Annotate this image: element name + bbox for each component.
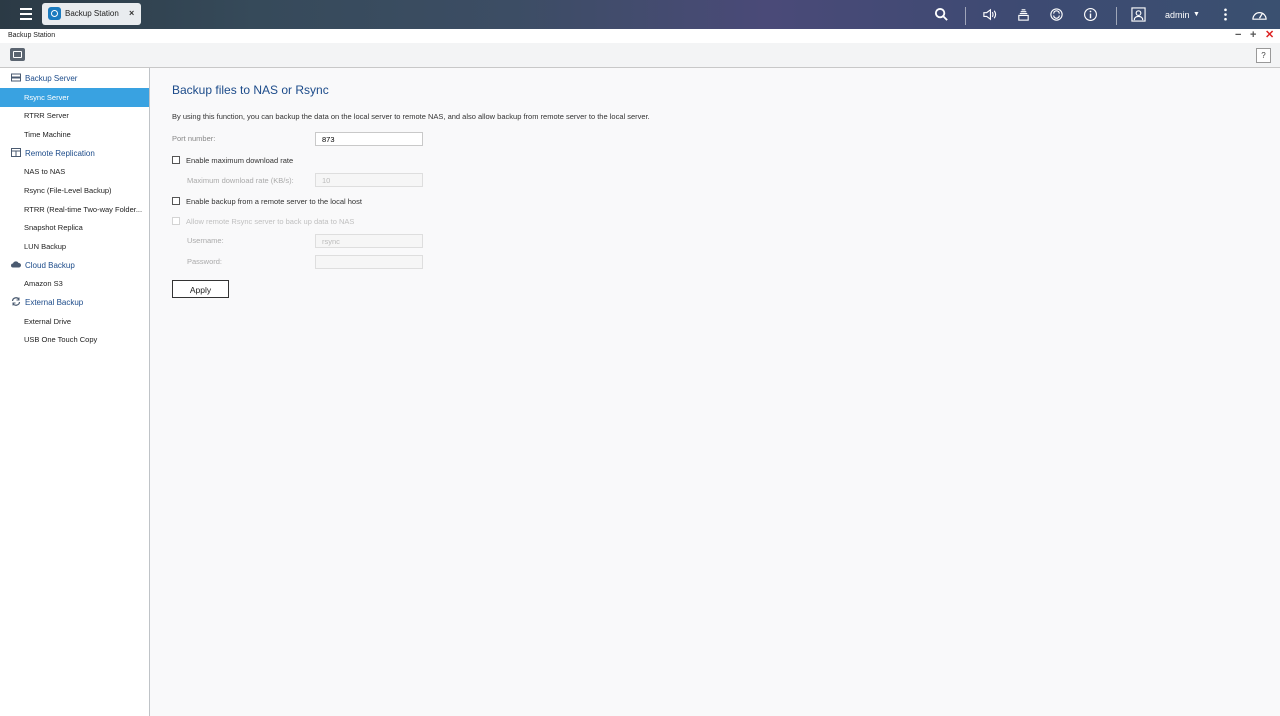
username-input[interactable] (315, 234, 423, 248)
port-number-input[interactable] (315, 132, 423, 146)
chevron-down-icon[interactable]: ▼ (1193, 11, 1200, 18)
sidebar-group-backup-server[interactable]: Backup Server (0, 69, 149, 87)
window-title: Backup Station (8, 32, 56, 39)
maximize-icon[interactable]: + (1250, 29, 1256, 42)
user-avatar-icon[interactable] (1131, 7, 1146, 22)
sidebar-item-time-machine[interactable]: Time Machine (0, 125, 149, 144)
username-label: Username: (187, 236, 224, 245)
sidebar-item-rsync-server[interactable]: Rsync Server (0, 88, 149, 107)
server-icon (11, 73, 21, 82)
app-tab-backup-station[interactable]: Backup Station × (42, 3, 141, 25)
close-icon[interactable]: × (129, 8, 134, 18)
more-options-icon[interactable] (1218, 7, 1233, 22)
sidebar-item-rtrr-server[interactable]: RTRR Server (0, 106, 149, 125)
enable-max-download-rate-checkbox[interactable] (172, 156, 180, 164)
allow-rsync-label: Allow remote Rsync server to back up dat… (186, 217, 355, 226)
sidebar-group-cloud-backup[interactable]: Cloud Backup (0, 256, 149, 274)
search-icon[interactable] (934, 7, 949, 22)
password-input[interactable] (315, 255, 423, 269)
sync-icon (11, 297, 21, 306)
volume-icon[interactable] (982, 7, 997, 22)
tab-title: Backup Station (65, 9, 119, 18)
sidebar-item-label: Rsync Server (24, 93, 70, 102)
page-description: By using this function, you can backup t… (172, 112, 650, 121)
sidebar-item-rtrr-real-time[interactable]: RTRR (Real-time Two-way Folder... (0, 200, 149, 219)
window-title-bar: Backup Station − + ✕ (0, 29, 1280, 43)
sidebar-item-usb-one-touch-copy[interactable]: USB One Touch Copy (0, 330, 149, 349)
sidebar-item-label: Rsync (File-Level Backup) (24, 186, 112, 195)
help-button[interactable]: ? (1256, 48, 1271, 63)
sidebar-item-lun-backup[interactable]: LUN Backup (0, 237, 149, 256)
allow-rsync-checkbox[interactable] (172, 217, 180, 225)
dashboard-icon[interactable] (1251, 7, 1268, 22)
sidebar-item-label: Amazon S3 (24, 279, 63, 288)
sidebar-group-label: Backup Server (25, 74, 78, 83)
minimize-icon[interactable]: − (1235, 29, 1241, 42)
user-name[interactable]: admin (1165, 10, 1190, 20)
sidebar-item-label: Time Machine (24, 130, 71, 139)
sidebar-item-snapshot-replica[interactable]: Snapshot Replica (0, 218, 149, 237)
info-icon[interactable] (1083, 7, 1098, 22)
main-menu-button[interactable] (13, 6, 39, 23)
sidebar-group-label: Cloud Backup (25, 261, 75, 270)
enable-remote-backup-label: Enable backup from a remote server to th… (186, 197, 362, 206)
sidebar-item-amazon-s3[interactable]: Amazon S3 (0, 274, 149, 293)
sync-status-icon[interactable] (1049, 7, 1064, 22)
enable-max-download-rate-label: Enable maximum download rate (186, 156, 294, 165)
tasks-icon[interactable] (1016, 7, 1031, 22)
sidebar-item-label: RTRR (Real-time Two-way Folder... (24, 205, 143, 214)
toolbar-divider (1116, 7, 1117, 25)
max-download-rate-input[interactable] (315, 173, 423, 187)
toolbar-divider (965, 7, 966, 25)
enable-remote-backup-checkbox[interactable] (172, 197, 180, 205)
top-bar: Backup Station × admin ▼ (0, 0, 1280, 29)
sidebar-item-label: Snapshot Replica (24, 223, 83, 232)
sidebar-item-label: RTRR Server (24, 111, 69, 120)
replication-icon (11, 148, 21, 157)
port-number-label: Port number: (172, 134, 216, 143)
cloud-icon (11, 261, 21, 268)
page-title: Backup files to NAS or Rsync (172, 83, 329, 97)
sidebar-item-label: LUN Backup (24, 242, 67, 251)
sidebar-item-label: USB One Touch Copy (24, 335, 98, 344)
sidebar-group-remote-replication[interactable]: Remote Replication (0, 144, 149, 162)
sidebar-item-nas-to-nas[interactable]: NAS to NAS (0, 162, 149, 181)
sidebar-group-label: External Backup (25, 298, 84, 307)
sidebar-item-label: NAS to NAS (24, 167, 66, 176)
password-label: Password: (187, 257, 223, 266)
apply-button[interactable]: Apply (172, 280, 229, 298)
overview-button[interactable] (10, 48, 25, 61)
app-toolbar: ? (0, 43, 1280, 68)
sidebar-item-label: External Drive (24, 317, 72, 326)
max-download-rate-label: Maximum download rate (KB/s): (187, 176, 294, 185)
sidebar-group-label: Remote Replication (25, 149, 95, 158)
sidebar: Backup Server Rsync Server RTRR Server T… (0, 68, 150, 716)
backup-station-icon (48, 7, 61, 20)
sidebar-item-external-drive[interactable]: External Drive (0, 312, 149, 331)
sidebar-item-rsync-file-level-backup[interactable]: Rsync (File-Level Backup) (0, 181, 149, 200)
sidebar-group-external-backup[interactable]: External Backup (0, 293, 149, 311)
close-window-icon[interactable]: ✕ (1265, 29, 1274, 42)
main-panel: Backup files to NAS or Rsync By using th… (150, 68, 1280, 716)
